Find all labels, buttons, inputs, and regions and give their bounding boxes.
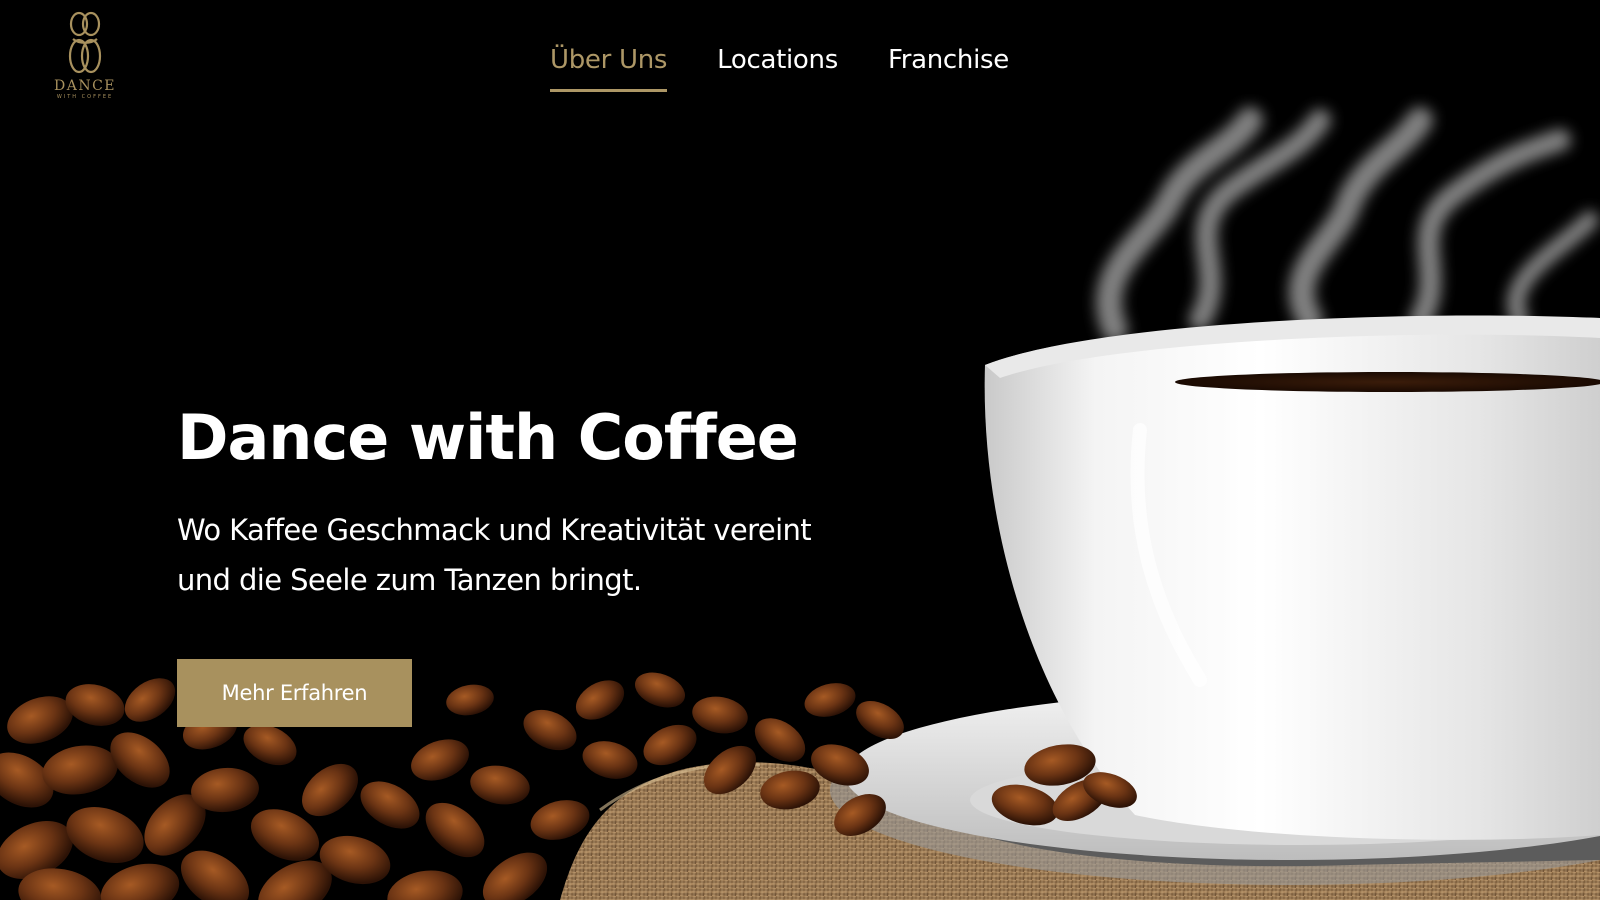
nav-item-locations[interactable]: Locations [717, 40, 838, 92]
logo-mark-icon [68, 11, 102, 74]
brand-name: DANCE [53, 78, 117, 94]
nav-item-franchise[interactable]: Franchise [888, 40, 1009, 92]
brand-tagline: WITH COFFEE [56, 94, 114, 100]
nav-item-ueber-uns[interactable]: Über Uns [550, 40, 667, 92]
mehr-erfahren-button[interactable]: Mehr Erfahren [177, 659, 412, 727]
main-nav: Über Uns Locations Franchise [550, 40, 1009, 92]
brand-logo[interactable]: DANCE WITH COFFEE [50, 8, 120, 112]
hero-subtitle: Wo Kaffee Geschmack und Kreativität vere… [177, 513, 812, 597]
hero-title: Dance with Coffee [177, 401, 799, 474]
page: DANCE WITH COFFEE Über Uns Locations Fra… [0, 0, 1600, 900]
